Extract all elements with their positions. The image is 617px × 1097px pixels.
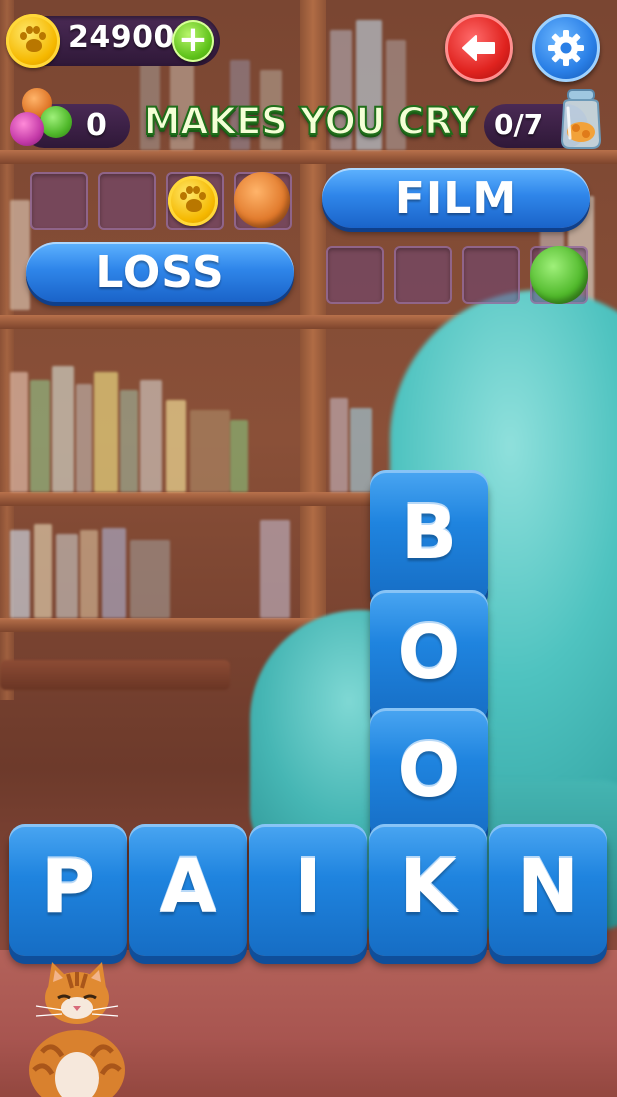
answer-word-film: FILM [322,168,590,228]
letter-tile[interactable]: I [249,824,367,956]
back-arrow-icon [462,35,495,61]
cat-icon [29,962,125,1097]
answer-slot [98,172,156,230]
buy-coins-button[interactable]: + [172,20,214,62]
letter-tile[interactable]: P [9,824,127,956]
letter-tile[interactable]: N [489,824,607,956]
paw-coin-icon [6,14,60,68]
coin-count: 24900 [68,20,175,55]
answer-slot [394,246,452,304]
paw-coin-hint-icon [168,176,218,226]
letter-tile[interactable]: O [370,590,488,722]
yarn-hint-icon [234,172,290,228]
answer-slot [326,246,384,304]
letter-tile[interactable]: B [370,470,488,602]
settings-button[interactable] [532,14,600,82]
answer-slot [30,172,88,230]
gear-icon [548,30,584,66]
plus-icon: + [177,19,209,60]
back-button[interactable] [445,14,513,82]
letter-tile[interactable]: A [129,824,247,956]
answer-slot [462,246,520,304]
clue-title: MAKES YOU CRY [143,99,478,144]
yarn-count: 0 [86,108,107,143]
letter-tile[interactable]: K [369,824,487,956]
progress-count: 0/7 [494,108,544,141]
letter-tile[interactable]: O [370,708,488,840]
jar-icon[interactable] [556,88,606,150]
answer-word-loss: LOSS [26,242,294,302]
yarn-hint-icon [530,246,588,304]
